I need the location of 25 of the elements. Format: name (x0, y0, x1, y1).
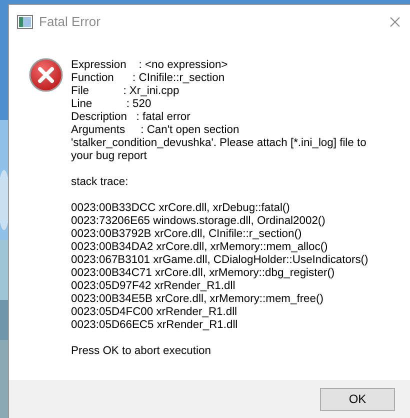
ok-button[interactable]: OK (320, 388, 395, 410)
stack-trace-line: 0023:05D97F42 xrRender_R1.dll (71, 280, 236, 293)
stack-trace-line: 0023:05D4FC00 xrRender_R1.dll (71, 306, 238, 319)
error-icon (29, 58, 63, 92)
detail-line: your bug report (71, 150, 148, 163)
window-icon (17, 14, 33, 28)
stack-trace-heading: stack trace: (71, 176, 130, 189)
detail-line: File : Xr_ini.cpp (71, 85, 180, 98)
detail-line: Description : fatal error (71, 111, 192, 124)
close-icon[interactable] (390, 16, 400, 26)
detail-line: Arguments : Can't open section (71, 124, 240, 137)
detail-line: Function : CInifile::r_section (71, 72, 226, 85)
window-title: Fatal Error (39, 14, 102, 29)
stack-trace-line: 0023:00B34DA2 xrCore.dll, xrMemory::mem_alloc() (71, 241, 329, 254)
detail-line: Expression : <no expression> (71, 59, 229, 72)
stack-trace-line: 0023:73206E65 windows.storage.dll, Ordinal2002() (71, 215, 326, 228)
stack-trace-line: 0023:00B34C71 xrCore.dll, xrMemory::dbg_register() (71, 267, 336, 280)
detail-line: Line : 520 (71, 98, 152, 111)
stack-trace-line: 0023:067B3101 xrGame.dll, CDialogHolder::UseIndicators() (71, 254, 368, 267)
detail-line: 'stalker_condition_devushka'. Please attach [*.ini_log] file to (71, 137, 368, 150)
stack-trace-line: 0023:00B33DCC xrCore.dll, xrDebug::fatal() (71, 202, 291, 215)
stack-trace-line: 0023:00B34E5B xrCore.dll, xrMemory::mem_free() (71, 293, 324, 306)
stack-trace-line: 0023:00B3792B xrCore.dll, CInifile::r_section() (71, 228, 303, 241)
prompt-text: Press OK to abort execution (71, 345, 212, 358)
stack-trace-line: 0023:05D66EC5 xrRender_R1.dll (71, 319, 239, 332)
